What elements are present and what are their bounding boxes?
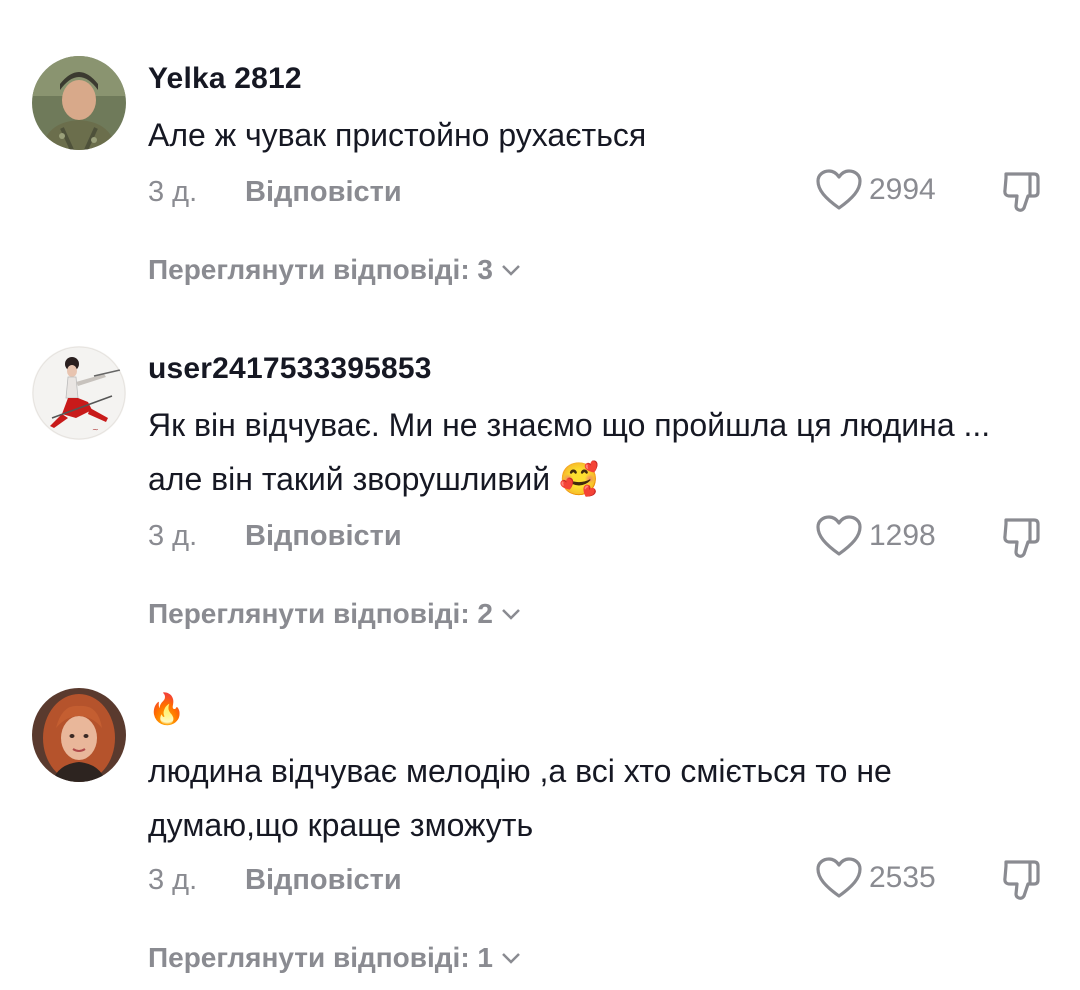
smiling-face-hearts-emoji: 🥰 xyxy=(558,460,599,498)
comment-item: 🔥 людина відчуває мелодію ,а всі хто смі… xyxy=(0,670,1080,990)
comment-item: ~ user2417533395853 Як він відчуває. Ми … xyxy=(0,330,1080,670)
comment-item: Yelka 2812 Але ж чувак пристойно рухаєть… xyxy=(0,0,1080,330)
svg-text:~: ~ xyxy=(92,425,99,434)
comment-username[interactable]: 🔥 xyxy=(148,692,186,727)
view-replies-label: Переглянути відповіді: 1 xyxy=(148,942,493,973)
heart-icon xyxy=(815,514,863,558)
comment-username[interactable]: Yelka 2812 xyxy=(148,62,302,96)
thumbs-down-icon xyxy=(1000,860,1046,906)
chevron-down-icon xyxy=(502,265,520,276)
avatar[interactable]: ~ xyxy=(32,346,126,440)
like-button[interactable]: 1298 xyxy=(815,514,936,558)
comment-timestamp: 3 д. xyxy=(148,176,198,208)
dislike-button[interactable] xyxy=(1000,168,1046,219)
comment-timestamp: 3 д. xyxy=(148,864,198,896)
like-count: 2994 xyxy=(869,173,936,206)
view-replies-button[interactable]: Переглянути відповіді: 1 xyxy=(148,942,521,974)
reply-button[interactable]: Відповісти xyxy=(245,520,402,553)
thumbs-down-icon xyxy=(1000,172,1046,218)
view-replies-button[interactable]: Переглянути відповіді: 3 xyxy=(148,254,521,286)
avatar[interactable] xyxy=(32,688,126,782)
view-replies-button[interactable]: Переглянути відповіді: 2 xyxy=(148,598,521,630)
comment-text: Але ж чувак пристойно рухається xyxy=(148,117,647,153)
comment-timestamp: 3 д. xyxy=(148,520,198,552)
comment-username[interactable]: user2417533395853 xyxy=(148,352,432,386)
reply-button[interactable]: Відповісти xyxy=(245,864,402,897)
fire-emoji: 🔥 xyxy=(148,692,186,727)
like-count: 2535 xyxy=(869,861,936,894)
view-replies-label: Переглянути відповіді: 3 xyxy=(148,254,493,285)
comment-text: Як він відчуває. Ми не знаємо що пройшла… xyxy=(148,398,1008,506)
chevron-down-icon xyxy=(502,953,520,964)
chevron-down-icon xyxy=(502,609,520,620)
comment-text: людина відчуває мелодію ,а всі хто смієт… xyxy=(148,753,892,843)
dislike-button[interactable] xyxy=(1000,514,1046,565)
heart-icon xyxy=(815,856,863,900)
like-button[interactable]: 2535 xyxy=(815,856,936,900)
thumbs-down-icon xyxy=(1000,518,1046,564)
dislike-button[interactable] xyxy=(1000,856,1046,907)
like-button[interactable]: 2994 xyxy=(815,168,936,212)
reply-button[interactable]: Відповісти xyxy=(245,176,402,209)
view-replies-label: Переглянути відповіді: 2 xyxy=(148,598,493,629)
heart-icon xyxy=(815,168,863,212)
like-count: 1298 xyxy=(869,519,936,552)
avatar[interactable] xyxy=(32,56,126,150)
